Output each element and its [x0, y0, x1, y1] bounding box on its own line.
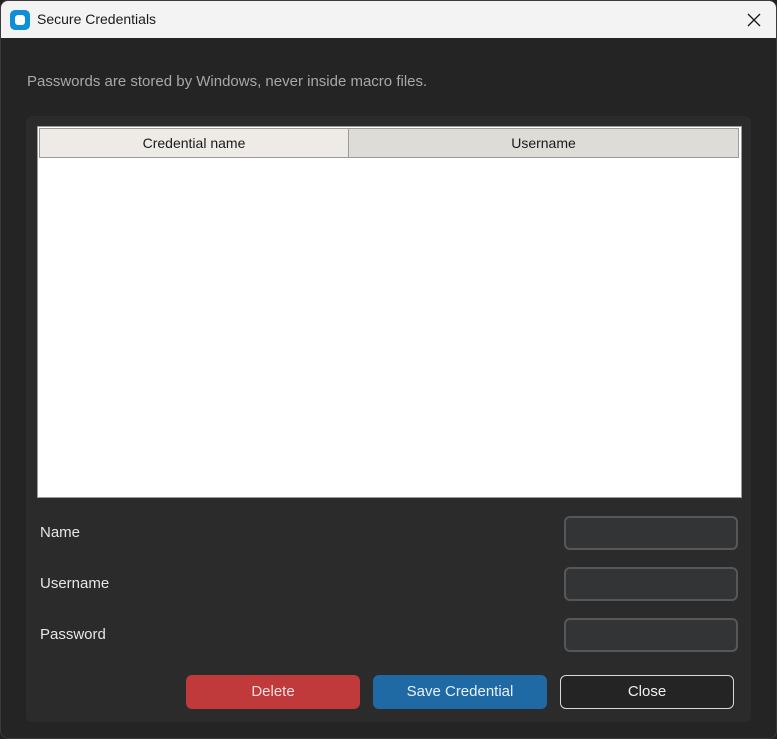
- username-input[interactable]: [564, 567, 738, 601]
- dialog-content: Passwords are stored by Windows, never i…: [1, 38, 776, 738]
- credentials-panel: Credential name Username Name Username P…: [26, 116, 751, 722]
- table-header: Credential name Username: [39, 128, 740, 158]
- window-title: Secure Credentials: [37, 11, 157, 27]
- password-label: Password: [40, 626, 106, 643]
- column-header-username[interactable]: Username: [349, 128, 739, 158]
- name-row: Name: [26, 516, 751, 550]
- credentials-table[interactable]: Credential name Username: [37, 126, 742, 498]
- close-button[interactable]: Close: [560, 675, 734, 709]
- save-credential-button[interactable]: Save Credential: [373, 675, 547, 709]
- password-row: Password: [26, 618, 751, 652]
- secure-credentials-window: Secure Credentials Passwords are stored …: [0, 0, 777, 739]
- close-icon[interactable]: [738, 4, 770, 36]
- title-bar: Secure Credentials: [1, 1, 776, 38]
- name-input[interactable]: [564, 516, 738, 550]
- column-header-credential-name[interactable]: Credential name: [39, 128, 349, 158]
- table-body[interactable]: [39, 159, 740, 496]
- username-row: Username: [26, 567, 751, 601]
- password-input[interactable]: [564, 618, 738, 652]
- app-icon: [10, 10, 30, 30]
- username-label: Username: [40, 575, 110, 592]
- info-text: Passwords are stored by Windows, never i…: [27, 73, 428, 90]
- delete-button[interactable]: Delete: [186, 675, 360, 709]
- name-label: Name: [40, 524, 81, 541]
